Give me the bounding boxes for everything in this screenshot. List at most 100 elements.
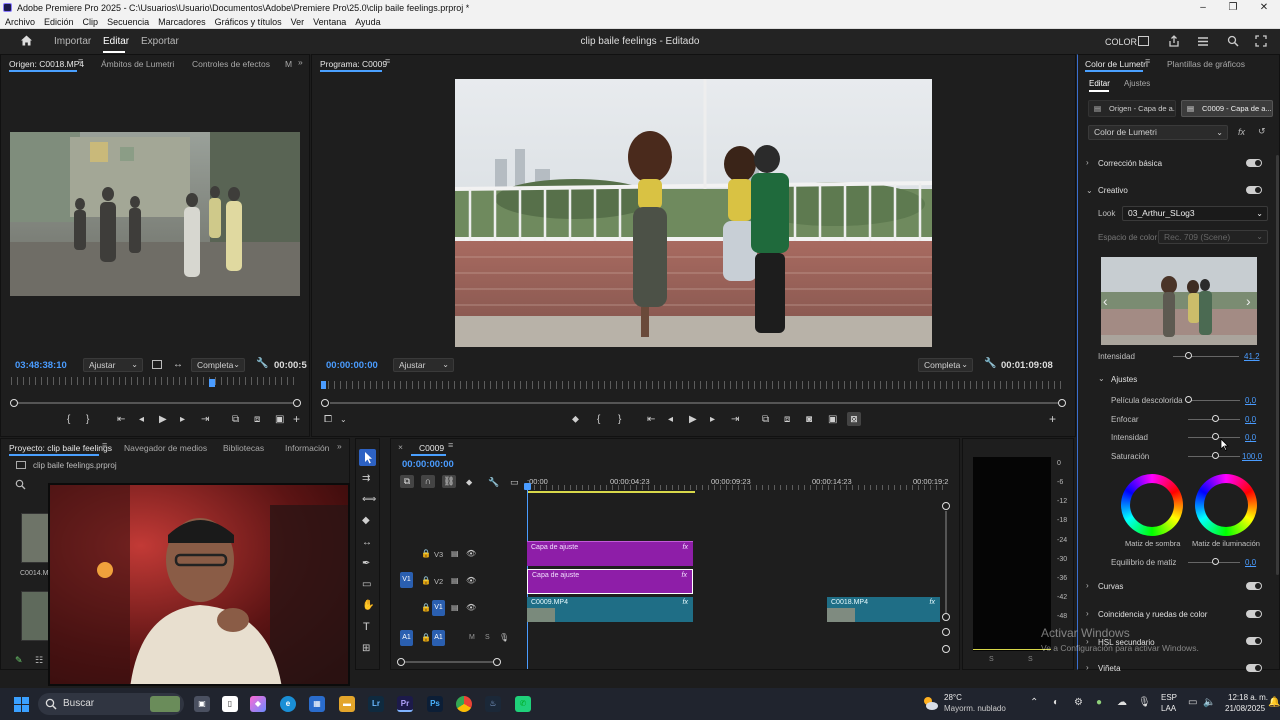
clip-adjustment-layer-v2[interactable]: Capa de ajuste fx — [527, 569, 693, 594]
timeline-hscroll-right[interactable] — [493, 658, 501, 666]
curves-expand-icon[interactable]: › — [1086, 581, 1089, 590]
hand-tool-icon[interactable]: ✋ — [362, 601, 374, 611]
quick-export-icon[interactable] — [1197, 36, 1209, 47]
section-curves[interactable]: Curvas — [1098, 582, 1123, 591]
clip-c0009[interactable]: C0009.MP4 fx — [527, 597, 693, 622]
work-area-bar[interactable] — [528, 491, 695, 493]
tint-balance-knob[interactable] — [1212, 558, 1219, 565]
hsl-expand-icon[interactable]: › — [1086, 637, 1089, 646]
minimize-button[interactable]: – — [1188, 0, 1218, 15]
vignette-toggle[interactable] — [1246, 664, 1262, 672]
menu-ayuda[interactable]: Ayuda — [355, 17, 380, 27]
program-fit-dropdown[interactable]: Ajustar ⌄ — [393, 358, 454, 372]
source-zoom-left-handle[interactable] — [10, 399, 18, 407]
menu-archivo[interactable]: Archivo — [5, 17, 35, 27]
section-color-wheels[interactable]: Coincidencia y ruedas de color — [1098, 610, 1207, 619]
selection-tool-icon[interactable] — [359, 449, 376, 466]
menu-marcadores[interactable]: Marcadores — [158, 17, 206, 27]
reset-effect-icon[interactable]: ↺ — [1258, 126, 1266, 137]
maximize-button[interactable]: ❐ — [1218, 0, 1248, 15]
store-icon[interactable]: ▦ — [309, 696, 325, 712]
v3-lock-icon[interactable]: 🔒 — [421, 549, 431, 558]
tray-app-icon-3[interactable]: ● — [1096, 697, 1102, 708]
program-play-icon[interactable]: ▶ — [689, 415, 697, 425]
source-fit-dropdown[interactable]: Ajustar ⌄ — [83, 358, 143, 372]
v3-eye-icon[interactable]: 👁 — [466, 549, 476, 558]
program-mark-in-icon[interactable]: { — [597, 415, 600, 425]
windows-start-icon[interactable] — [14, 697, 29, 712]
volume-icon[interactable]: 🔈 — [1203, 697, 1215, 708]
tab-graphics-templates[interactable]: Plantillas de gráficos — [1167, 59, 1245, 69]
program-zoom-right-handle[interactable] — [1058, 399, 1066, 407]
source-zoom-bar[interactable] — [17, 402, 295, 404]
basic-correction-toggle[interactable] — [1246, 159, 1262, 167]
timeline-playhead-handle[interactable] — [524, 483, 531, 490]
menu-graficos[interactable]: Gráficos y títulos — [215, 17, 282, 27]
faded-film-track[interactable] — [1188, 400, 1240, 401]
source-go-in-icon[interactable]: ⇤ — [117, 415, 125, 425]
nav-importar[interactable]: Importar — [54, 36, 91, 47]
basic-expand-icon[interactable]: › — [1086, 158, 1089, 167]
captions-icon[interactable]: ▭ — [510, 477, 519, 487]
project-overflow-icon[interactable]: » — [337, 441, 342, 451]
home-icon[interactable] — [20, 34, 33, 47]
look-intensity-knob[interactable] — [1185, 352, 1192, 359]
tab-project[interactable]: Proyecto: clip baile feelings — [9, 443, 112, 453]
timeline-vscroll-track[interactable] — [945, 511, 947, 613]
v1-eye-icon[interactable]: 👁 — [466, 603, 476, 612]
creative-collapse-icon[interactable]: ⌄ — [1086, 186, 1093, 195]
tab-sequence[interactable]: C0009 — [419, 443, 444, 453]
tint-balance-value[interactable]: 0,0 — [1245, 558, 1256, 567]
source-wrench-icon[interactable]: 🔧 — [256, 359, 268, 369]
menu-clip[interactable]: Clip — [83, 17, 99, 27]
linked-selection-icon[interactable]: ⛓ — [442, 475, 456, 488]
source-go-out-icon[interactable]: ⇥ — [201, 415, 209, 425]
program-add-button-icon[interactable]: + — [1049, 413, 1056, 425]
section-hsl[interactable]: HSL secundario — [1098, 638, 1155, 647]
program-extract-icon[interactable]: ⧈ — [784, 415, 790, 425]
v1-sync-icon[interactable]: ▤ — [451, 603, 459, 612]
project-pencil-icon[interactable]: ✎ — [15, 655, 23, 666]
faded-film-knob[interactable] — [1185, 396, 1192, 403]
type-tool-icon[interactable]: T — [363, 622, 370, 633]
weather-icon[interactable] — [921, 695, 939, 711]
sharpen-value[interactable]: 0,0 — [1245, 415, 1256, 424]
snap-icon[interactable]: ∩ — [421, 475, 435, 488]
source-clip-button[interactable]: ▤ Origen - Capa de a... — [1088, 100, 1176, 117]
keyboard-layout[interactable]: LAA — [1161, 704, 1176, 713]
slip-tool-icon[interactable]: ↔ — [362, 538, 372, 548]
program-safe-margins-icon[interactable]: ⧠ — [324, 415, 332, 425]
look-next-icon[interactable]: › — [1246, 293, 1251, 309]
source-quality-dropdown[interactable]: Completa ⌄ — [191, 358, 245, 372]
source-export-frame-icon[interactable]: ▣ — [275, 415, 284, 425]
saturation-knob[interactable] — [1212, 452, 1219, 459]
panel-layout-icon[interactable] — [1138, 36, 1149, 46]
file-icon[interactable]: ▯ — [222, 696, 238, 712]
project-item-label[interactable]: C0014.M — [20, 570, 48, 577]
source-patch-a1[interactable]: A1 — [400, 630, 413, 646]
look-intensity-value[interactable]: 41,2 — [1244, 352, 1260, 361]
onedrive-icon[interactable]: ☁ — [1117, 697, 1127, 708]
program-camera-icon[interactable]: ◙ — [806, 415, 812, 425]
program-mark-out-icon[interactable]: } — [618, 415, 621, 425]
steam-icon[interactable]: ♨ — [485, 696, 501, 712]
program-lift-icon[interactable]: ⧉ — [762, 415, 769, 425]
a1-mute-button[interactable]: M — [469, 634, 475, 641]
source-insert-icon[interactable]: ⧉ — [232, 415, 239, 425]
sharpen-knob[interactable] — [1212, 415, 1219, 422]
section-ajustes[interactable]: Ajustes — [1111, 375, 1137, 384]
nav-exportar[interactable]: Exportar — [141, 36, 179, 47]
search-icon[interactable] — [1227, 35, 1239, 47]
project-tab-menu-icon[interactable]: ≡ — [102, 440, 107, 450]
chrome-icon[interactable] — [456, 696, 472, 712]
fullscreen-icon[interactable] — [1255, 35, 1267, 47]
a1-mic-icon[interactable]: 🎙 — [499, 633, 509, 642]
meter-solo-left[interactable]: S — [989, 656, 994, 663]
look-prev-icon[interactable]: ‹ — [1103, 293, 1108, 309]
menu-ver[interactable]: Ver — [291, 17, 305, 27]
meter-solo-right[interactable]: S — [1028, 656, 1033, 663]
v2-lock-icon[interactable]: 🔒 — [421, 576, 431, 585]
curves-toggle[interactable] — [1246, 582, 1262, 590]
program-proxy-toggle-icon[interactable]: ⊠ — [847, 412, 861, 426]
v3-sync-icon[interactable]: ▤ — [451, 549, 459, 558]
